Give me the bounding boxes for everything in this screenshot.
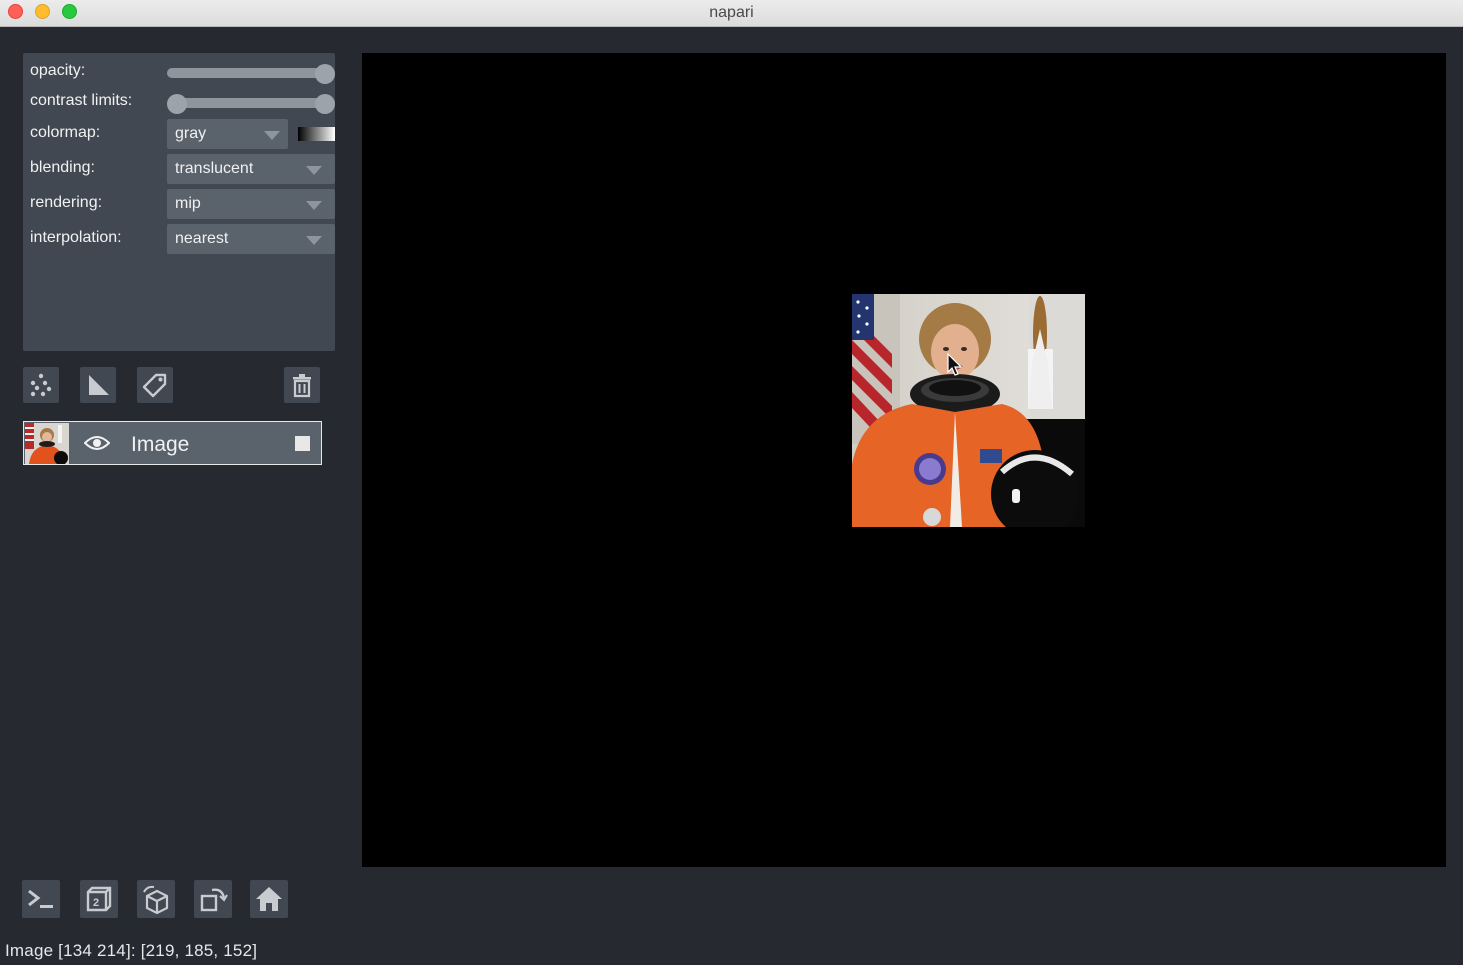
astronaut-image [852,294,1085,527]
eye-icon [83,436,111,450]
opacity-row: opacity: [30,57,335,85]
interpolation-value: nearest [175,230,229,247]
chevron-down-icon [264,131,280,140]
blending-dropdown[interactable]: translucent [167,154,335,184]
roll-dimensions-button[interactable] [137,880,175,918]
console-button[interactable] [22,880,60,918]
chevron-down-icon [306,236,322,245]
layer-controls-panel: opacity: contrast limits: colormap: gray… [23,53,335,351]
colormap-dropdown[interactable]: gray [167,119,288,149]
roll-icon [143,885,169,914]
svg-text:2: 2 [93,897,99,909]
new-labels-icon [142,373,167,398]
new-points-layer-button[interactable] [23,367,59,403]
visibility-toggle[interactable] [83,434,111,457]
blending-label: blending: [30,159,95,176]
window-title: napari [709,4,754,21]
status-bar-text: Image [134 214]: [219, 185, 152] [5,941,258,960]
transpose-dimensions-button[interactable] [194,880,232,918]
delete-layer-button[interactable] [284,367,320,403]
interpolation-dropdown[interactable]: nearest [167,224,335,254]
opacity-slider[interactable] [167,64,335,84]
new-shapes-icon [89,375,109,395]
layer-thumbnail [25,423,69,464]
interpolation-row: interpolation: nearest [30,224,335,254]
layer-name[interactable]: Image [131,433,189,457]
contrast-limits-high-handle[interactable] [315,94,335,114]
chevron-down-icon [306,201,322,210]
contrast-limits-low-handle[interactable] [167,94,187,114]
home-icon [256,887,282,911]
colormap-label: colormap: [30,124,101,141]
opacity-slider-handle[interactable] [315,64,335,84]
contrast-limits-row: contrast limits: [30,87,335,115]
colormap-value: gray [175,125,207,142]
rendering-dropdown[interactable]: mip [167,189,335,219]
layer-select-checkbox[interactable] [295,436,310,451]
mouse-cursor-icon [947,353,963,376]
new-shapes-layer-button[interactable] [80,367,116,403]
viewer-canvas[interactable] [362,53,1446,867]
console-icon [28,889,53,908]
transpose-icon [200,888,228,912]
new-labels-layer-button[interactable] [137,367,173,403]
home-button[interactable] [250,880,288,918]
delete-layer-icon [293,374,311,398]
contrast-limits-label: contrast limits: [30,92,133,109]
contrast-limits-slider[interactable] [167,94,335,114]
chevron-down-icon [306,166,322,175]
rendering-row: rendering: mip [30,189,335,219]
ndisplay-icon: 2 [86,886,112,912]
window-titlebar: napari [0,0,1463,27]
rendering-label: rendering: [30,194,103,211]
colormap-preview [298,127,335,141]
blending-row: blending: translucent [30,154,335,184]
blending-value: translucent [175,160,254,177]
new-points-icon [30,373,52,397]
rendering-value: mip [175,195,201,212]
interpolation-label: interpolation: [30,229,122,246]
layer-list-item[interactable]: Image [23,421,322,465]
colormap-row: colormap: gray [30,119,335,149]
opacity-label: opacity: [30,62,86,79]
ndisplay-button[interactable]: 2 [80,880,118,918]
